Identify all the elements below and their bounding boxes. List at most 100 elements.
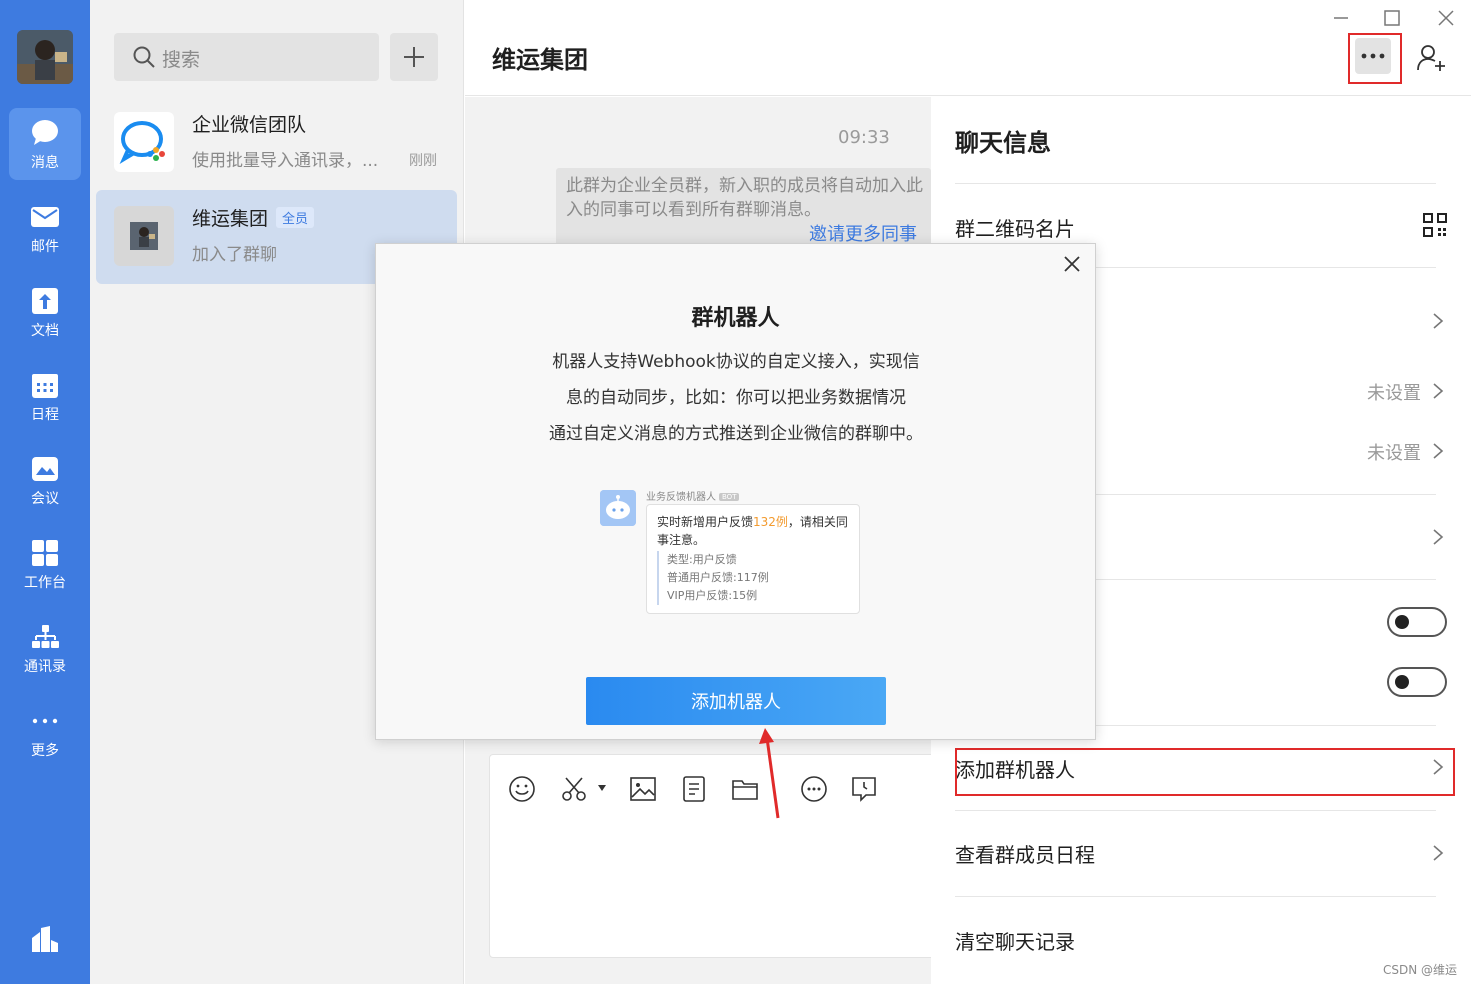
toggle-switch[interactable] — [1387, 607, 1447, 637]
watermark: CSDN @维运 — [1382, 963, 1457, 977]
conversation-time: 刚刚 — [409, 153, 437, 169]
conversation-name: 企业微信团队 — [192, 114, 307, 136]
chat-title: 维运集团 — [492, 46, 588, 74]
robot-message-bubble: 实时新增用户反馈132例，请相关同事注意。 类型:用户反馈 普通用户反馈:117… — [646, 504, 860, 614]
schedule-message-icon[interactable] — [850, 775, 878, 803]
user-avatar[interactable] — [17, 30, 73, 84]
dialog-description-line: 通过自定义消息的方式推送到企业微信的群聊中。 — [549, 424, 923, 444]
search-icon — [133, 46, 155, 68]
robot-name: 业务反馈机器人 BOT — [646, 488, 740, 503]
group-qr-card-label[interactable]: 群二维码名片 — [955, 213, 1075, 242]
rail-item-label: 消息 — [31, 155, 59, 171]
message-highlight-count: 132例 — [753, 515, 788, 529]
conversation-preview: 加入了群聊 — [192, 245, 277, 265]
rail-item-meeting[interactable]: 会议 — [9, 444, 81, 516]
chevron-right-icon[interactable] — [1431, 441, 1445, 461]
robot-icon — [600, 490, 636, 526]
rail-item-label: 文档 — [31, 323, 59, 339]
conversation-name: 维运集团 全员 — [192, 204, 315, 231]
calendar-icon — [32, 374, 58, 398]
rail-item-label: 通讯录 — [24, 659, 66, 675]
chat-header: 维运集团 — [465, 0, 1471, 96]
robot-message-details: 类型:用户反馈 普通用户反馈:117例 VIP用户反馈:15例 — [657, 551, 849, 605]
add-robot-button[interactable]: 添加机器人 — [586, 677, 886, 725]
robot-message-preview: 业务反馈机器人 BOT 实时新增用户反馈132例，请相关同事注意。 类型:用户反馈… — [598, 488, 868, 618]
workbench-icon — [32, 540, 58, 566]
detail-line: VIP用户反馈:15例 — [667, 589, 758, 602]
view-member-schedule-item[interactable]: 查看群成员日程 — [955, 839, 1095, 868]
message-prefix: 实时新增用户反馈 — [657, 515, 754, 529]
chevron-right-icon[interactable] — [1431, 843, 1445, 863]
chat-info-title: 聊天信息 — [955, 129, 1051, 157]
detail-line: 类型:用户反馈 — [667, 553, 737, 566]
clear-chat-history-item[interactable]: 清空聊天记录 — [955, 926, 1075, 955]
annotation-highlight-box — [955, 748, 1455, 796]
all-members-badge: 全员 — [276, 207, 315, 228]
system-message-line: 此群为企业全员群，新入职的成员将自动加入此 — [566, 176, 923, 196]
group-robot-dialog: 群机器人 机器人支持Webhook协议的自定义接入，实现信 息的自动同步，比如：… — [375, 243, 1096, 740]
close-icon[interactable] — [1060, 252, 1084, 276]
rail-item-more[interactable]: 更多 — [9, 696, 81, 768]
rail-item-label: 日程 — [31, 407, 59, 423]
bot-tag: BOT — [719, 493, 740, 501]
more-options-icon[interactable] — [800, 775, 828, 803]
divider — [955, 896, 1436, 897]
meeting-icon — [32, 457, 58, 481]
message-timestamp: 09:33 — [838, 127, 890, 148]
system-message-line: 入的同事可以看到所有群聊消息。 — [566, 200, 821, 220]
search-placeholder: 搜索 — [162, 49, 201, 71]
wecom-logo — [114, 112, 174, 172]
contacts-icon — [32, 625, 59, 648]
system-message: 此群为企业全员群，新入职的成员将自动加入此 入的同事可以看到所有群聊消息。 邀请… — [556, 168, 931, 248]
chevron-right-icon[interactable] — [1431, 527, 1445, 547]
toggle-switch[interactable] — [1387, 667, 1447, 697]
note-icon[interactable] — [680, 775, 708, 803]
toggle-knob — [1395, 615, 1409, 629]
conversation-name-text: 维运集团 — [192, 208, 269, 230]
annotation-highlight-box — [1348, 33, 1402, 84]
left-nav-rail: 消息 邮件 文档 日程 会议 工作台 通讯录 更多 — [0, 0, 90, 984]
rail-item-mail[interactable]: 邮件 — [9, 192, 81, 264]
building-icon[interactable] — [30, 924, 60, 954]
rail-item-calendar[interactable]: 日程 — [9, 360, 81, 432]
annotation-arrow — [759, 728, 780, 819]
toggle-knob — [1395, 675, 1409, 689]
dropdown-caret-icon[interactable] — [596, 783, 608, 793]
setting-value: 未设置 — [1367, 383, 1421, 404]
dialog-title: 群机器人 — [691, 306, 780, 331]
close-window-icon[interactable] — [1436, 8, 1456, 28]
search-input[interactable]: 搜索 — [114, 33, 379, 81]
conversation-item-wecom-team[interactable]: 企业微信团队 使用批量导入通讯录，... 刚刚 — [96, 96, 457, 190]
robot-name-text: 业务反馈机器人 — [646, 492, 716, 503]
mail-icon — [31, 207, 59, 227]
qr-code-icon[interactable] — [1423, 213, 1447, 237]
image-icon[interactable] — [629, 775, 657, 803]
screenshot-scissors-icon[interactable] — [560, 775, 588, 803]
more-icon — [32, 718, 58, 724]
message-icon — [32, 120, 58, 145]
rail-item-workbench[interactable]: 工作台 — [9, 528, 81, 600]
emoji-icon[interactable] — [508, 775, 536, 803]
chevron-right-icon[interactable] — [1431, 311, 1445, 331]
plus-icon — [404, 47, 424, 67]
dialog-description-line: 息的自动同步，比如：你可以把业务数据情况 — [566, 388, 906, 408]
create-chat-button[interactable] — [390, 33, 438, 81]
divider — [955, 810, 1436, 811]
group-avatar — [114, 206, 174, 266]
rail-item-label: 会议 — [31, 491, 59, 507]
rail-item-label: 工作台 — [24, 575, 66, 591]
rail-item-docs[interactable]: 文档 — [9, 276, 81, 348]
robot-avatar — [600, 490, 636, 526]
add-member-icon[interactable] — [1416, 42, 1448, 74]
divider — [955, 183, 1436, 184]
rail-item-messages[interactable]: 消息 — [9, 108, 81, 180]
minimize-icon[interactable] — [1331, 8, 1351, 28]
document-icon — [32, 288, 58, 314]
dialog-description-line: 机器人支持Webhook协议的自定义接入，实现信 — [552, 352, 920, 372]
maximize-icon[interactable] — [1382, 8, 1402, 28]
conversation-preview: 使用批量导入通讯录，... — [192, 151, 379, 171]
dialog-description: 机器人支持Webhook协议的自定义接入，实现信 息的自动同步，比如：你可以把业… — [526, 344, 946, 452]
chevron-right-icon[interactable] — [1431, 381, 1445, 401]
rail-item-contacts[interactable]: 通讯录 — [9, 612, 81, 684]
message-input-box[interactable] — [489, 754, 949, 958]
